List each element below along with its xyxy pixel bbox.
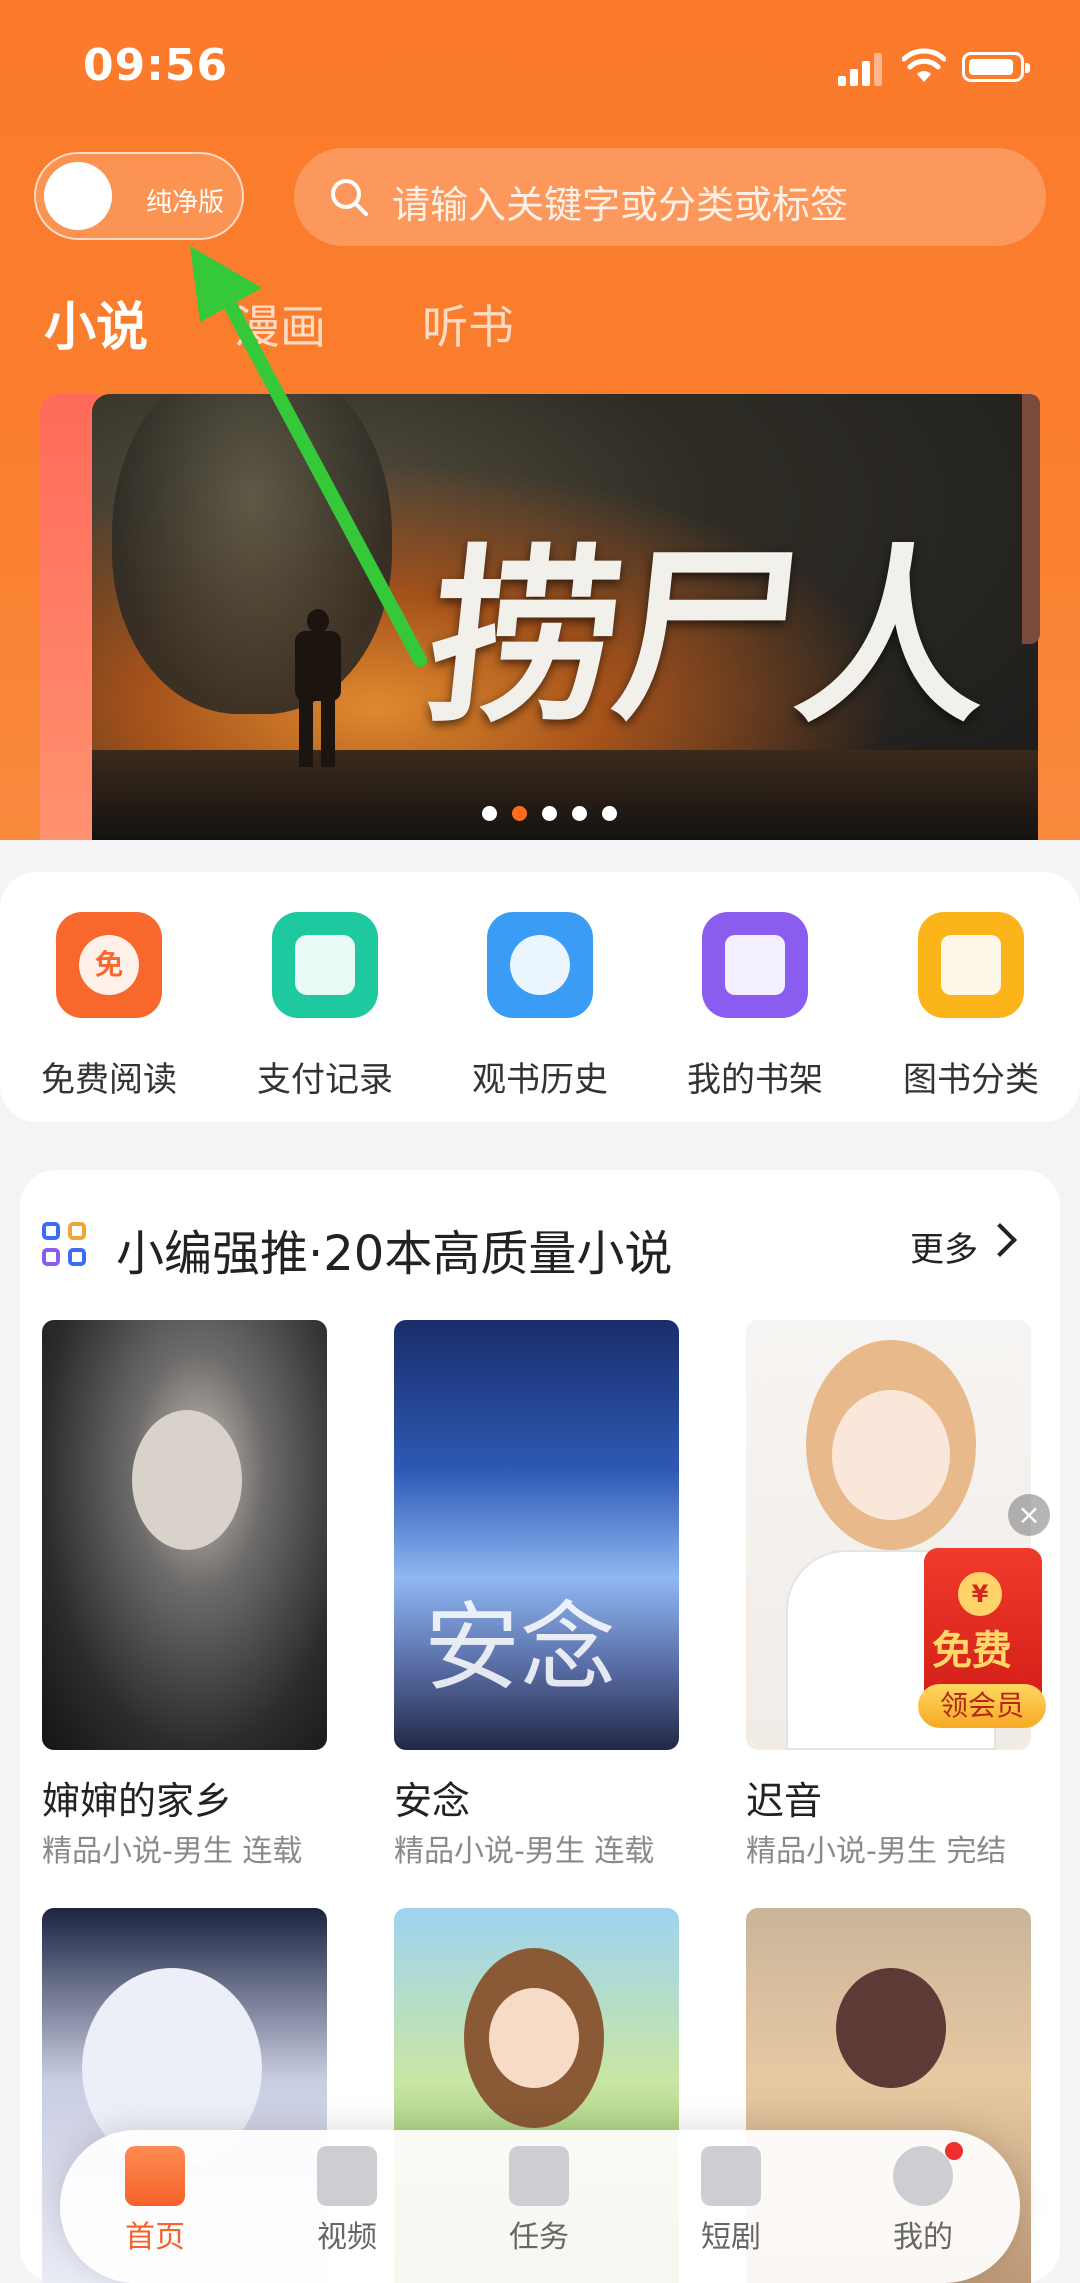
shortcut-bookshelf[interactable]: 我的书架 [670,912,840,1112]
home-book-icon [125,2146,185,2206]
section-title: 小编强推·20本高质量小说 [116,1226,673,1282]
free-vip-promo[interactable]: × ¥ 免费 领会员 [918,1494,1050,1730]
cover-text: 安念 [424,1592,616,1704]
banner-dot [602,806,618,821]
book-cover [42,1320,327,1750]
payment-record-icon-glyph [295,935,355,995]
nav-label: 短剧 [701,2220,761,2255]
nav-tasks[interactable]: 任务 [479,2146,599,2276]
promo-title: 免费 [932,1628,1012,1674]
shortcut-label: 观书历史 [472,1060,608,1100]
bookshelf-icon [702,912,808,1018]
book-title: 迟音 [746,1779,823,1823]
shortcut-label: 我的书架 [687,1060,823,1100]
nav-label: 我的 [893,2220,953,2255]
category-book-icon-glyph [941,935,1001,995]
banner-dot [572,806,588,821]
banner-ground-art [92,750,1038,840]
video-play-icon [317,2146,377,2206]
category-book-icon [918,912,1024,1018]
nav-profile[interactable]: 我的 [863,2142,983,2276]
shortcut-label: 支付记录 [257,1060,393,1100]
cover-art [132,1410,242,1550]
more-link[interactable]: 更多 [910,1222,978,1271]
payment-record-icon [272,912,378,1018]
coin-icon: ¥ [958,1572,1002,1616]
free-read-icon: 免 [56,912,162,1018]
nav-label: 任务 [509,2220,569,2255]
notification-badge [945,2142,963,2160]
nav-label: 视频 [317,2220,377,2255]
claim-vip-button[interactable]: 领会员 [918,1684,1046,1728]
annotation-arrow-icon [190,246,427,667]
nav-label: 首页 [125,2220,185,2255]
banner-dot [542,806,558,821]
book-title: 安念 [394,1779,471,1823]
nav-home[interactable]: 首页 [95,2146,215,2276]
gift-icon [509,2146,569,2206]
recommend-section: 小编强推·20本高质量小说 更多 婶婶的家乡 精品小说-男生 连载 安念 安念 … [20,1170,1060,2283]
history-clock-icon [487,912,593,1018]
cover-art [836,1968,946,2088]
shortcut-book-category[interactable]: 图书分类 [886,912,1056,1112]
book-title: 婶婶的家乡 [42,1779,233,1823]
banner-pagination [482,806,627,826]
banner-dot [482,806,497,821]
book-cover: 安念 [394,1320,679,1750]
shortcut-label: 图书分类 [903,1060,1039,1100]
book-meta: 精品小说-男生 连载 [394,1834,655,1869]
shortcut-payment-record[interactable]: 支付记录 [240,912,410,1112]
shortcut-free-read[interactable]: 免 免费阅读 [24,912,194,1112]
banner-dot-active [512,806,528,821]
chevron-right-icon[interactable] [983,1223,1017,1257]
nav-video[interactable]: 视频 [287,2146,407,2276]
nav-short-drama[interactable]: 短剧 [671,2146,791,2276]
bottom-nav: 首页 视频 任务 短剧 我的 [60,2130,1020,2283]
shortcut-label: 免费阅读 [41,1060,177,1100]
free-read-icon-glyph: 免 [79,935,139,995]
close-icon[interactable]: × [1008,1494,1050,1536]
film-icon [701,2146,761,2206]
book-meta: 精品小说-男生 完结 [746,1834,1007,1869]
grid-icon [42,1222,88,1268]
history-clock-icon-glyph [510,935,570,995]
bookshelf-icon-glyph [725,935,785,995]
shortcut-bar: 免 免费阅读 支付记录 观书历史 我的书架 图书分类 [0,872,1080,1122]
cover-art [489,1988,579,2088]
book-meta: 精品小说-男生 连载 [42,1834,303,1869]
user-icon [893,2146,953,2206]
shortcut-read-history[interactable]: 观书历史 [455,912,625,1112]
